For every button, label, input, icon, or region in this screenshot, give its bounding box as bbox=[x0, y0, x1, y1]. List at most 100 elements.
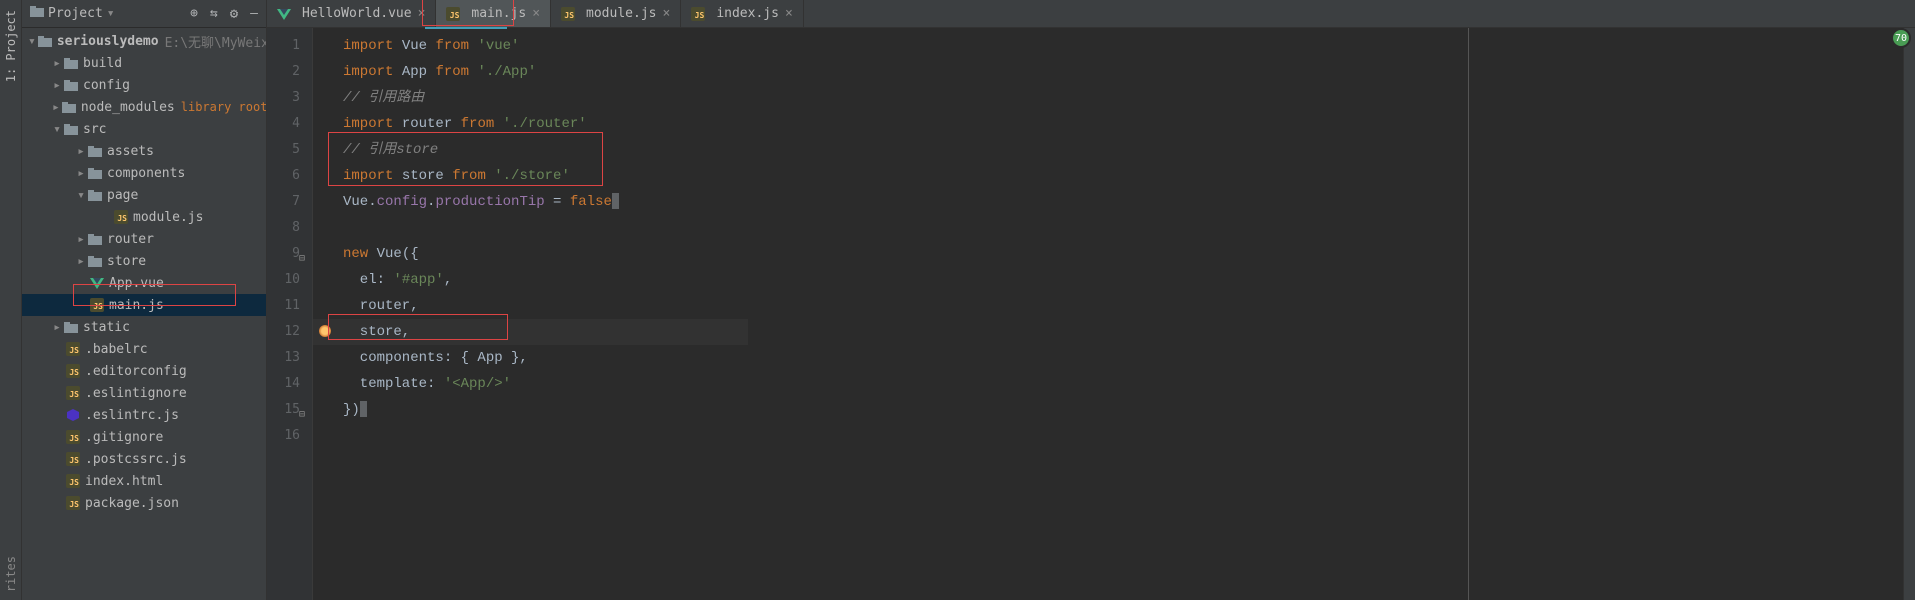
tree-item-modulejs[interactable]: module.js bbox=[22, 206, 266, 228]
code-line: import store from './store' bbox=[313, 163, 748, 189]
tree-label: .editorconfig bbox=[85, 364, 187, 379]
line-gutter: 1 2 3 4 5 6 7 8 9 10 11 12 13 14 15 16 bbox=[267, 28, 313, 600]
sidebar-title: Project bbox=[48, 6, 103, 21]
config-file-icon bbox=[66, 386, 80, 400]
tree-label: main.js bbox=[109, 298, 164, 313]
code-editor[interactable]: 1 2 3 4 5 6 7 8 9 10 11 12 13 14 15 16 i… bbox=[267, 28, 1915, 600]
js-file-icon bbox=[446, 7, 460, 21]
tree-item-eslintignore[interactable]: .eslintignore bbox=[22, 382, 266, 404]
folder-icon bbox=[88, 234, 102, 245]
tree-item-node-modules[interactable]: ▸ node_modules library root bbox=[22, 96, 266, 118]
inspection-badge[interactable]: 70 bbox=[1891, 28, 1911, 48]
tree-label: .eslintignore bbox=[85, 386, 187, 401]
fold-icon[interactable]: ⊟ bbox=[299, 403, 305, 429]
line-number: 11 bbox=[267, 293, 312, 319]
tab-helloworld[interactable]: HelloWorld.vue × bbox=[267, 0, 436, 27]
tab-indexjs[interactable]: index.js × bbox=[681, 0, 803, 27]
tree-item-packagejson[interactable]: package.json bbox=[22, 492, 266, 514]
tree-item-postcssrc[interactable]: .postcssrc.js bbox=[22, 448, 266, 470]
expand-arrow-icon[interactable]: ▾ bbox=[52, 122, 62, 137]
tree-label: index.html bbox=[85, 474, 163, 489]
sidebar-dropdown[interactable]: ▾ bbox=[107, 6, 115, 21]
tree-item-build[interactable]: ▸ build bbox=[22, 52, 266, 74]
collapse-arrow-icon[interactable]: ▸ bbox=[76, 144, 86, 159]
code-line: ⊟}) bbox=[313, 397, 748, 423]
line-number: 14 bbox=[267, 371, 312, 397]
line-number: 8 bbox=[267, 215, 312, 241]
line-number: 9 bbox=[267, 241, 312, 267]
fold-icon[interactable]: ⊟ bbox=[299, 247, 305, 273]
tree-item-router[interactable]: ▸ router bbox=[22, 228, 266, 250]
collapse-arrow-icon[interactable]: ▸ bbox=[52, 56, 62, 71]
close-icon[interactable]: × bbox=[532, 6, 540, 21]
line-number: 4 bbox=[267, 111, 312, 137]
favorites-tool-tab[interactable]: rites bbox=[4, 548, 18, 600]
tree-item-page[interactable]: ▾ page bbox=[22, 184, 266, 206]
expand-arrow-icon[interactable]: ▾ bbox=[76, 188, 86, 203]
folder-icon bbox=[38, 36, 52, 47]
hide-icon[interactable]: ― bbox=[250, 6, 258, 22]
tree-item-static[interactable]: ▸ static bbox=[22, 316, 266, 338]
collapse-icon[interactable]: ⇆ bbox=[210, 6, 218, 22]
expand-arrow-icon[interactable]: ▾ bbox=[28, 34, 36, 49]
tree-root[interactable]: ▾ seriouslydemo E:\无聊\MyWeixin\seriously… bbox=[22, 30, 266, 52]
tree-item-mainjs[interactable]: main.js bbox=[22, 294, 266, 316]
line-number: 3 bbox=[267, 85, 312, 111]
collapse-arrow-icon[interactable]: ▸ bbox=[52, 320, 62, 335]
close-icon[interactable]: × bbox=[785, 6, 793, 21]
tree-item-gitignore[interactable]: .gitignore bbox=[22, 426, 266, 448]
folder-icon bbox=[62, 102, 76, 113]
tree-item-store[interactable]: ▸ store bbox=[22, 250, 266, 272]
project-tool-tab[interactable]: 1: Project bbox=[4, 0, 18, 92]
tree-label: store bbox=[107, 254, 146, 269]
collapse-arrow-icon[interactable]: ▸ bbox=[52, 100, 60, 115]
line-number: 13 bbox=[267, 345, 312, 371]
tree-item-eslintrc[interactable]: .eslintrc.js bbox=[22, 404, 266, 426]
tree-item-babelrc[interactable]: .babelrc bbox=[22, 338, 266, 360]
tree-item-appvue[interactable]: App.vue bbox=[22, 272, 266, 294]
tree-label: page bbox=[107, 188, 138, 203]
marker-bar[interactable] bbox=[1903, 28, 1915, 600]
tree-label: node_modules bbox=[81, 100, 175, 115]
gear-icon[interactable]: ⚙ bbox=[230, 6, 238, 22]
eslint-file-icon bbox=[66, 408, 80, 422]
line-number: 7 bbox=[267, 189, 312, 215]
folder-icon bbox=[88, 146, 102, 157]
tree-item-config[interactable]: ▸ config bbox=[22, 74, 266, 96]
project-sidebar: Project ▾ ⊕ ⇆ ⚙ ― ▾ seriouslydemo E:\无聊\… bbox=[22, 0, 267, 600]
tree-item-components[interactable]: ▸ components bbox=[22, 162, 266, 184]
line-number: 5 bbox=[267, 137, 312, 163]
tab-mainjs[interactable]: main.js × bbox=[436, 0, 551, 27]
collapse-arrow-icon[interactable]: ▸ bbox=[76, 232, 86, 247]
code-line: router, bbox=[313, 293, 748, 319]
folder-icon bbox=[88, 190, 102, 201]
tree-item-assets[interactable]: ▸ assets bbox=[22, 140, 266, 162]
tree-label: assets bbox=[107, 144, 154, 159]
code-content[interactable]: import Vue from 'vue' import App from '.… bbox=[313, 28, 748, 600]
folder-icon bbox=[88, 168, 102, 179]
tree-label: .babelrc bbox=[85, 342, 148, 357]
collapse-arrow-icon[interactable]: ▸ bbox=[76, 166, 86, 181]
tree-label: module.js bbox=[133, 210, 203, 225]
close-icon[interactable]: × bbox=[418, 6, 426, 21]
html-file-icon bbox=[66, 474, 80, 488]
collapse-arrow-icon[interactable]: ▸ bbox=[52, 78, 62, 93]
close-icon[interactable]: × bbox=[662, 6, 670, 21]
code-line: template: '<App/>' bbox=[313, 371, 748, 397]
tree-item-editorconfig[interactable]: .editorconfig bbox=[22, 360, 266, 382]
tree-item-src[interactable]: ▾ src bbox=[22, 118, 266, 140]
tree-label: seriouslydemo bbox=[57, 34, 159, 49]
sidebar-header: Project ▾ ⊕ ⇆ ⚙ ― bbox=[22, 0, 266, 28]
tree-label: src bbox=[83, 122, 106, 137]
lightbulb-icon[interactable] bbox=[319, 325, 331, 337]
locate-icon[interactable]: ⊕ bbox=[190, 6, 198, 22]
project-icon bbox=[30, 6, 44, 21]
code-line bbox=[313, 215, 748, 241]
tree-label: package.json bbox=[85, 496, 179, 511]
tree-label: build bbox=[83, 56, 122, 71]
collapse-arrow-icon[interactable]: ▸ bbox=[76, 254, 86, 269]
tree-item-indexhtml[interactable]: index.html bbox=[22, 470, 266, 492]
js-file-icon bbox=[691, 7, 705, 21]
tree-label: components bbox=[107, 166, 185, 181]
tab-modulejs[interactable]: module.js × bbox=[551, 0, 681, 27]
